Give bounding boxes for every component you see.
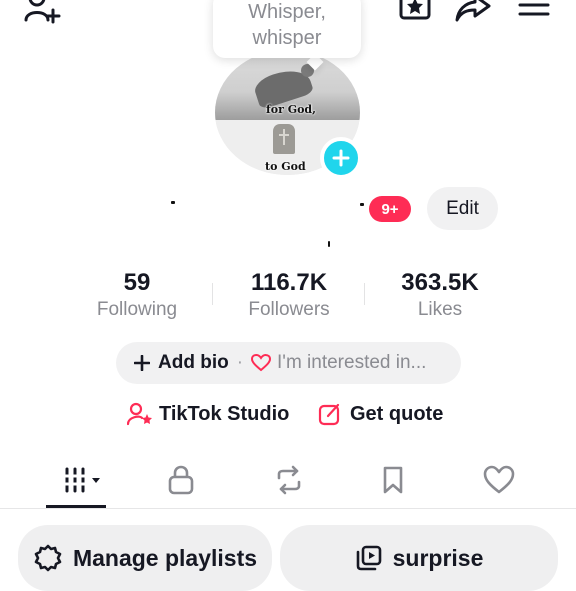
interests-label: I'm interested in... bbox=[277, 352, 427, 373]
repost-icon bbox=[277, 465, 301, 495]
gravestone-icon bbox=[273, 124, 295, 154]
edit-square-icon bbox=[318, 403, 340, 426]
grid-bars-icon bbox=[64, 467, 100, 493]
stat-likes-label: Likes bbox=[417, 299, 463, 320]
surprise-button[interactable]: surprise bbox=[280, 525, 558, 591]
redaction-artifact bbox=[328, 241, 330, 247]
gear-icon bbox=[34, 544, 62, 572]
tab-favorites[interactable] bbox=[368, 460, 418, 500]
username-redacted bbox=[170, 195, 366, 223]
add-friend-button[interactable] bbox=[24, 0, 62, 24]
notification-badge[interactable]: 9+ bbox=[369, 196, 411, 222]
tooltip-line-2: whisper bbox=[252, 27, 322, 49]
add-bio-button[interactable]: Add bio bbox=[134, 352, 229, 374]
heart-icon bbox=[483, 465, 515, 494]
tiktok-studio-label: TikTok Studio bbox=[159, 402, 290, 425]
whisper-tooltip[interactable]: Whisper, whisper bbox=[213, 0, 361, 58]
surprise-label: surprise bbox=[392, 544, 484, 571]
tab-liked[interactable] bbox=[474, 460, 524, 500]
person-plus-icon bbox=[24, 0, 61, 24]
get-quote-link[interactable]: Get quote bbox=[318, 402, 443, 426]
manage-playlists-button[interactable]: Manage playlists bbox=[18, 525, 272, 591]
menu-button[interactable] bbox=[518, 0, 550, 18]
bookmark-icon bbox=[383, 466, 403, 494]
playlist-play-icon bbox=[356, 545, 381, 571]
person-star-icon bbox=[127, 402, 152, 426]
tabs-divider bbox=[0, 508, 576, 509]
tooltip-line-1: Whisper, bbox=[248, 1, 326, 23]
bio-pill[interactable]: Add bio · I'm interested in... bbox=[116, 342, 461, 384]
share-profile-button[interactable] bbox=[455, 0, 493, 22]
plus-icon bbox=[134, 355, 150, 371]
bio-separator: · bbox=[236, 352, 244, 373]
tab-videos[interactable] bbox=[56, 460, 106, 500]
avatar-caption-top: for God, bbox=[266, 103, 316, 116]
stat-followers[interactable]: 116.7K Followers bbox=[214, 268, 364, 322]
stat-followers-value: 116.7K bbox=[250, 269, 328, 296]
stat-likes[interactable]: 363.5K Likes bbox=[365, 268, 515, 322]
stat-likes-value: 363.5K bbox=[401, 269, 479, 296]
manage-playlists-label: Manage playlists bbox=[72, 544, 258, 571]
share-arrow-icon bbox=[455, 0, 491, 22]
redaction-artifact bbox=[360, 203, 364, 206]
tab-private[interactable] bbox=[156, 460, 206, 500]
hamburger-menu-icon bbox=[518, 3, 550, 16]
tiktok-studio-link[interactable]: TikTok Studio bbox=[127, 402, 289, 426]
add-bio-label: Add bio bbox=[158, 352, 229, 373]
add-story-button[interactable] bbox=[320, 137, 362, 179]
favorites-button[interactable] bbox=[398, 0, 434, 22]
heart-icon bbox=[251, 354, 272, 372]
plus-icon bbox=[332, 149, 350, 167]
interests-button[interactable]: I'm interested in... bbox=[251, 352, 426, 374]
edit-profile-button[interactable]: Edit bbox=[427, 187, 498, 230]
stat-following-value: 59 bbox=[123, 269, 151, 296]
stat-divider bbox=[212, 283, 213, 305]
stat-following-label: Following bbox=[96, 299, 178, 320]
lock-icon bbox=[168, 465, 194, 495]
stat-followers-label: Followers bbox=[248, 299, 330, 320]
get-quote-label: Get quote bbox=[350, 402, 444, 425]
tab-reposts[interactable] bbox=[264, 460, 314, 500]
stat-following[interactable]: 59 Following bbox=[62, 268, 212, 322]
avatar-caption-bottom: to God bbox=[265, 160, 306, 173]
star-square-icon bbox=[399, 0, 431, 20]
redaction-artifact bbox=[171, 201, 175, 204]
